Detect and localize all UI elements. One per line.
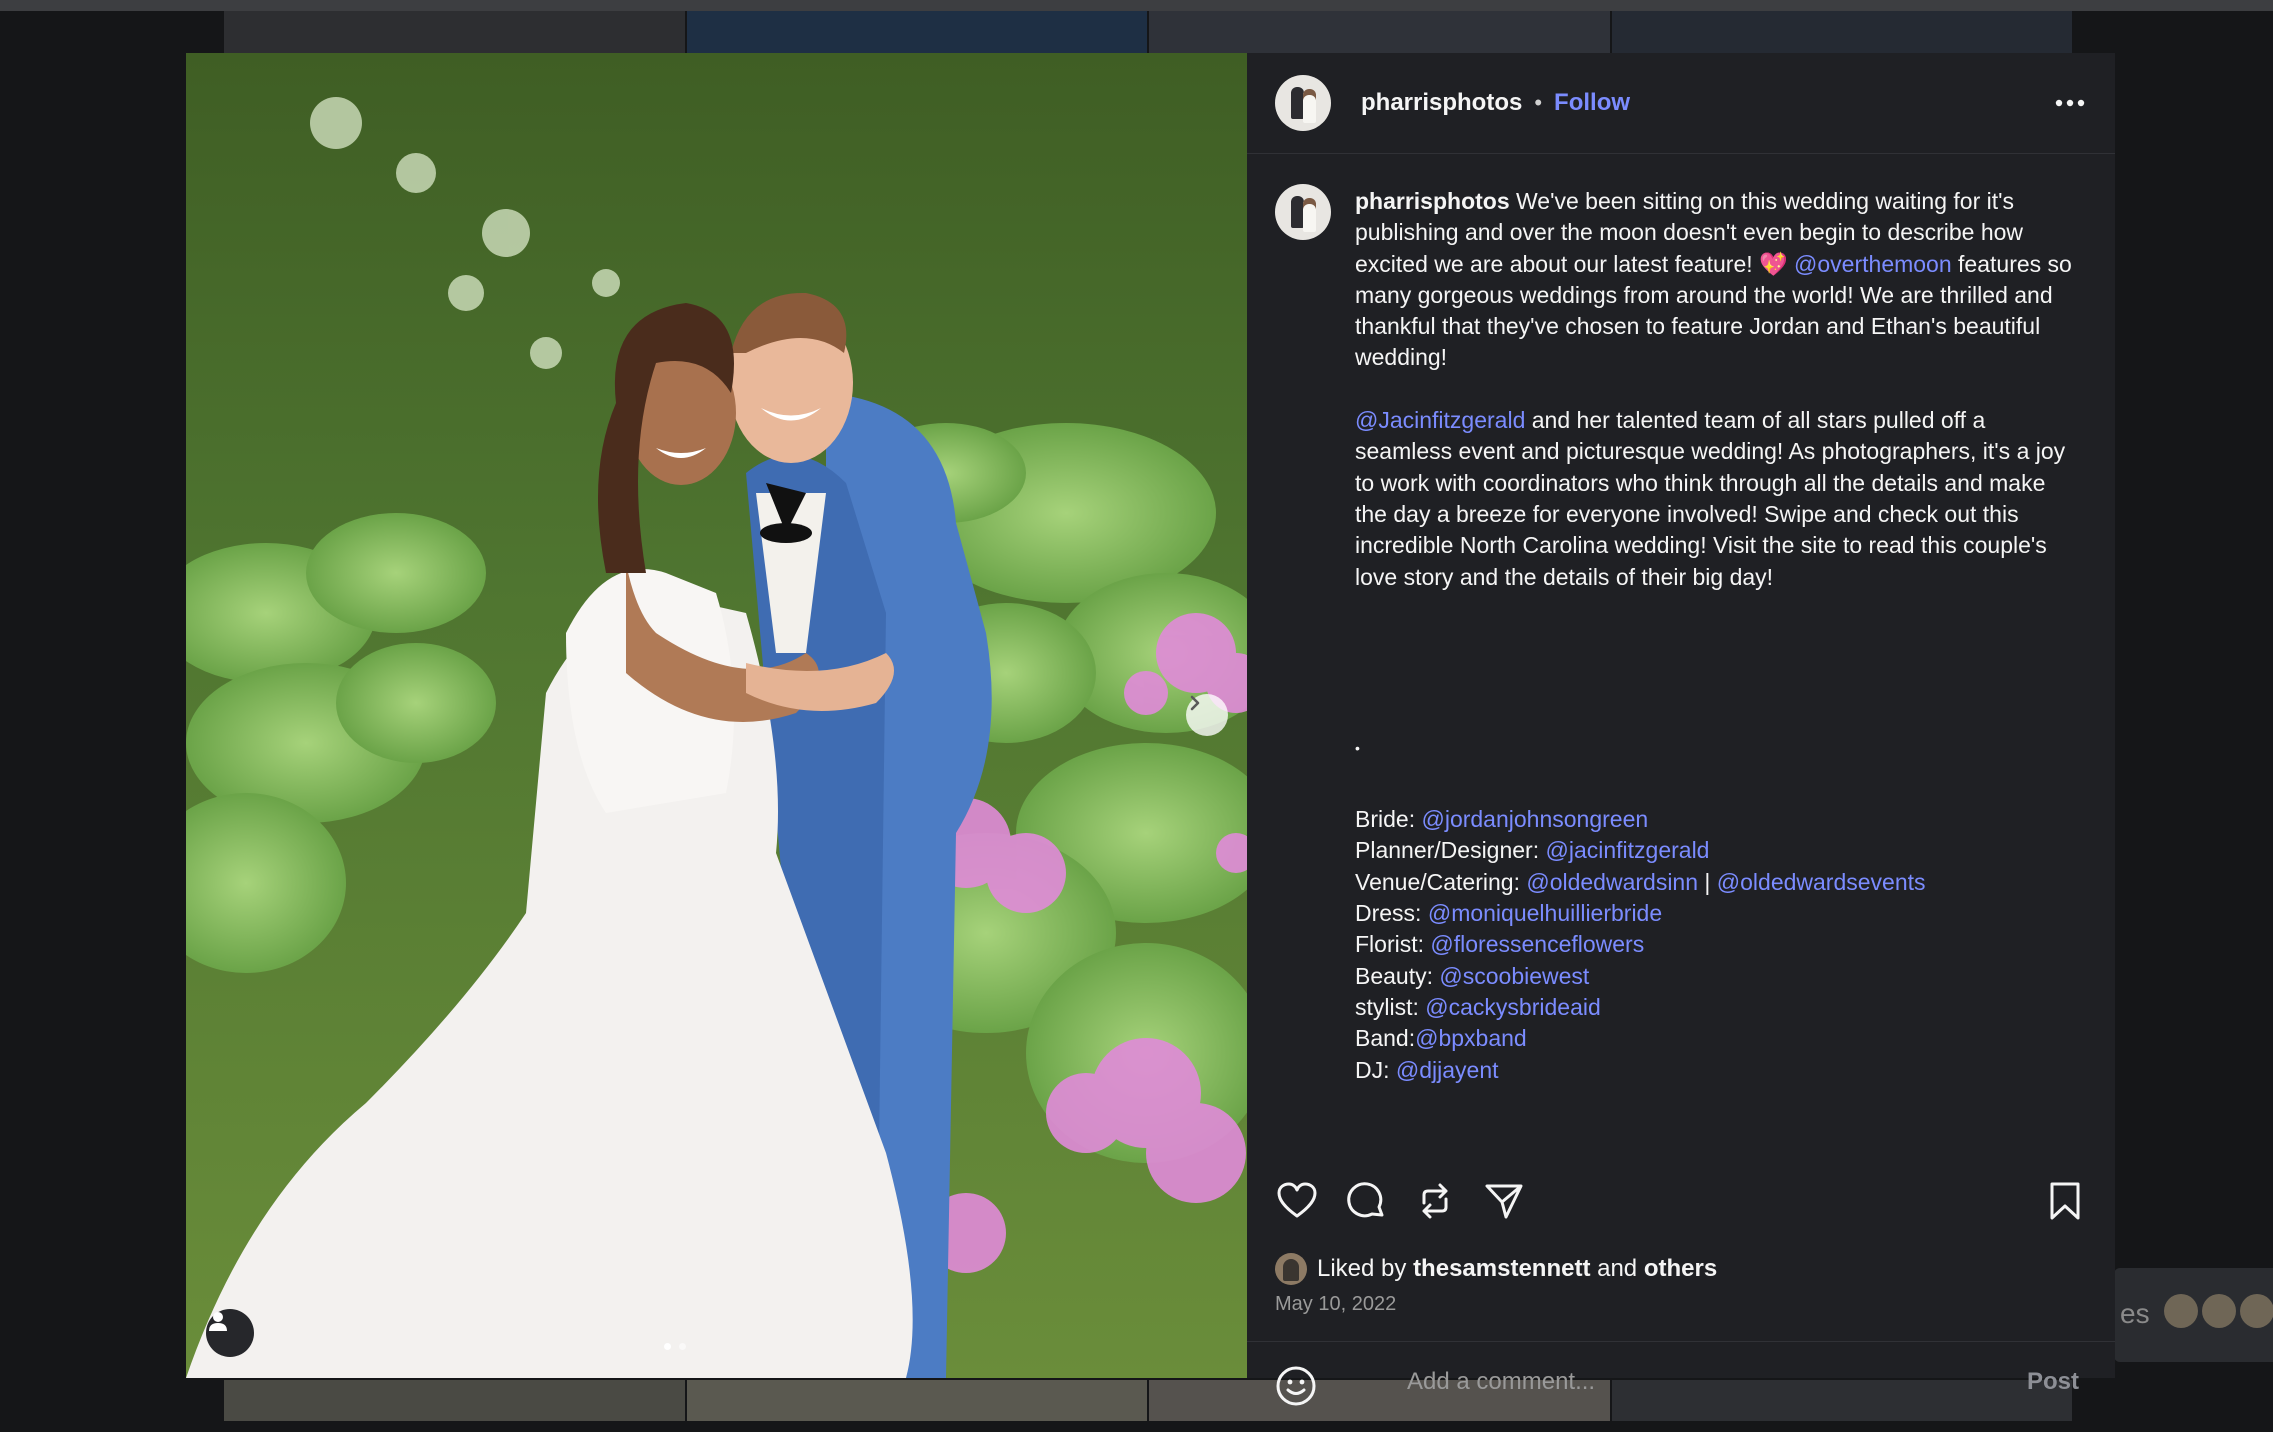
background-card-peek: es [2114, 1268, 2273, 1362]
post-modal: pharrisphotos • Follow pharrisphotos We'… [186, 53, 2115, 1406]
comment-icon [1347, 1182, 1384, 1218]
post-side-panel: pharrisphotos • Follow pharrisphotos We'… [1247, 53, 2115, 1406]
liker-avatar[interactable] [1275, 1253, 1307, 1285]
background-thumbnails [2164, 1294, 2273, 1328]
user-icon [209, 1312, 227, 1331]
credit-label: Florist: [1355, 931, 1431, 958]
background-grid-top [224, 11, 2074, 53]
likes-others-link[interactable]: others [1644, 1255, 1717, 1283]
credit-line: DJ: @djjayent [1355, 1055, 2075, 1086]
credit-line: Florist: @floressenceflowers [1355, 929, 2075, 960]
header-separator: • [1534, 90, 1543, 115]
caption-text: and her talented team of all stars pulle… [1355, 407, 2066, 590]
comment-input[interactable]: Add a comment... [1407, 1368, 1595, 1396]
author-avatar[interactable] [1275, 75, 1331, 131]
caption-dot: • [1355, 739, 1360, 756]
post-photo[interactable] [186, 53, 1247, 1378]
author-username[interactable]: pharrisphotos [1361, 89, 1522, 117]
credit-label: Beauty: [1355, 962, 1440, 989]
credit-label: Venue/Catering: [1355, 868, 1527, 895]
caption-scroll-area[interactable]: pharrisphotos We've been sitting on this… [1247, 154, 2115, 1154]
post-date: May 10, 2022 [1275, 1293, 1397, 1315]
save-button[interactable] [2043, 1179, 2087, 1223]
repost-icon [1422, 1183, 1448, 1219]
background-partial-text: es [2120, 1298, 2150, 1329]
credit-line: Bride: @jordanjohnsongreen [1355, 804, 2075, 835]
more-horizontal-icon [2055, 99, 2085, 107]
liker-username[interactable]: thesamstennett [1413, 1255, 1590, 1283]
browser-top-bar [0, 0, 2273, 11]
next-photo-button[interactable] [1186, 694, 1228, 736]
credits-list: Bride: @jordanjohnsongreen Planner/Desig… [1355, 804, 2075, 1086]
follow-button[interactable]: Follow [1554, 89, 1630, 117]
send-icon [1485, 1184, 1523, 1219]
post-actions-section: Liked by thesamstennett and others May 1… [1247, 1154, 2115, 1406]
mention-link[interactable]: @jacinfitzgerald [1546, 837, 1710, 863]
more-options-button[interactable] [2053, 86, 2087, 120]
credit-line: Dress: @moniquelhuillierbride [1355, 898, 2075, 929]
carousel-indicator [664, 1343, 686, 1350]
caption-username[interactable]: pharrisphotos [1355, 188, 1510, 214]
credit-label: Band: [1355, 1025, 1416, 1052]
emoji-button[interactable] [1275, 1365, 1317, 1412]
tagged-users-button[interactable] [206, 1309, 254, 1357]
chevron-right-icon [1190, 695, 1200, 711]
mention-link[interactable]: @bpxband [1415, 1025, 1527, 1051]
wedding-photo-illustration [186, 53, 1247, 1378]
credit-label: stylist: [1355, 993, 1426, 1020]
likes-summary: Liked by thesamstennett and others [1275, 1253, 1717, 1285]
share-button[interactable] [1482, 1179, 1526, 1223]
mention-link[interactable]: @Jacinfitzgerald [1355, 407, 1525, 433]
credit-label: Bride: [1355, 806, 1422, 833]
caption-paragraph-2: @Jacinfitzgerald and her talented team o… [1355, 405, 2075, 593]
emoji-smile-icon [1276, 1366, 1316, 1406]
likes-prefix: Liked by [1317, 1255, 1407, 1282]
mention-link[interactable]: @moniquelhuillierbride [1428, 900, 1662, 926]
credit-label: Dress: [1355, 900, 1428, 927]
credit-label: DJ: [1355, 1056, 1396, 1083]
credit-separator: | [1698, 868, 1717, 895]
mention-link[interactable]: @oldedwardsinn [1526, 869, 1698, 895]
credit-line: stylist: @cackysbrideaid [1355, 992, 2075, 1023]
credit-line: Venue/Catering: @oldedwardsinn | @oldedw… [1355, 867, 2075, 898]
post-header: pharrisphotos • Follow [1247, 53, 2115, 154]
mention-link[interactable]: @oldedwardsevents [1717, 869, 1926, 895]
mention-link[interactable]: @floressenceflowers [1430, 931, 1644, 957]
mention-link[interactable]: @overthemoon [1794, 251, 1952, 277]
heart-icon [1277, 1182, 1317, 1218]
likes-and: and [1597, 1255, 1638, 1282]
credit-line: Band:@bpxband [1355, 1023, 2075, 1054]
post-comment-button[interactable]: Post [2027, 1368, 2079, 1396]
mention-link[interactable]: @cackysbrideaid [1425, 994, 1600, 1020]
mention-link[interactable]: @djjayent [1396, 1057, 1499, 1083]
credit-line: Planner/Designer: @jacinfitzgerald [1355, 835, 2075, 866]
action-icons-row [1275, 1179, 2087, 1223]
caption-paragraph-1: pharrisphotos We've been sitting on this… [1355, 186, 2075, 374]
repost-button[interactable] [1413, 1179, 1457, 1223]
caption-author-avatar[interactable] [1275, 184, 1331, 240]
mention-link[interactable]: @jordanjohnsongreen [1421, 806, 1648, 832]
like-button[interactable] [1275, 1179, 1319, 1223]
mention-link[interactable]: @scoobiewest [1439, 963, 1589, 989]
comment-composer: Add a comment... Post [1247, 1341, 2115, 1432]
bookmark-icon [2050, 1182, 2080, 1220]
credit-label: Planner/Designer: [1355, 837, 1546, 864]
post-caption: pharrisphotos We've been sitting on this… [1355, 186, 2075, 1086]
comment-button[interactable] [1344, 1179, 1388, 1223]
credit-line: Beauty: @scoobiewest [1355, 961, 2075, 992]
